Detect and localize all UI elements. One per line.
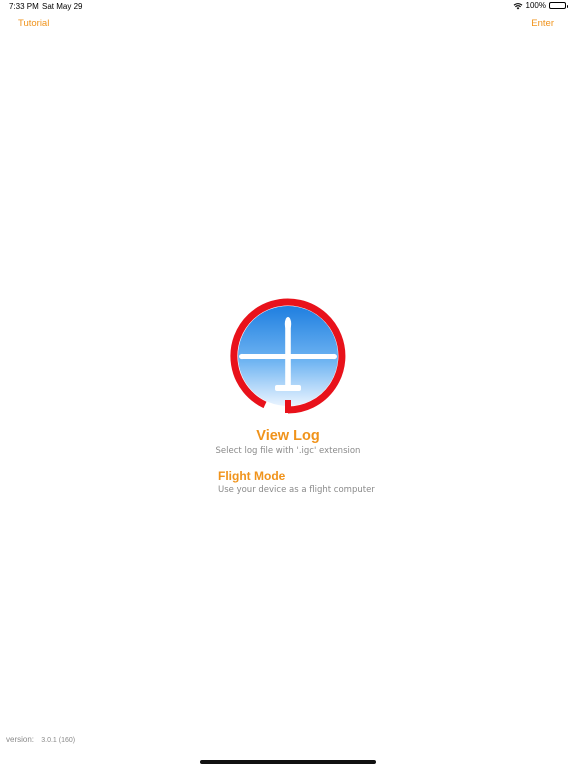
- home-indicator[interactable]: [200, 760, 376, 764]
- version-value: 3.0.1 (160): [41, 737, 76, 744]
- status-right: 100%: [513, 1, 568, 10]
- flight-mode-subtitle: Use your device as a flight computer: [218, 485, 375, 495]
- status-date: Sat May 29: [42, 2, 83, 11]
- view-log-option[interactable]: View Log Select log file with '.igc' ext…: [0, 428, 576, 456]
- view-log-title: View Log: [256, 428, 320, 444]
- home-screen: 7:33 PM Sat May 29 100% Tutorial Enter V…: [0, 0, 576, 768]
- status-time: 7:33 PM: [9, 2, 39, 11]
- view-log-subtitle: Select log file with '.igc' extension: [215, 446, 361, 456]
- battery-icon: [549, 2, 568, 9]
- flight-mode-option[interactable]: Flight Mode Use your device as a flight …: [218, 469, 375, 495]
- flight-mode-title: Flight Mode: [218, 469, 286, 483]
- version-label: version:: [6, 735, 35, 744]
- enter-button[interactable]: Enter: [531, 18, 554, 29]
- glider-icon: [230, 298, 346, 414]
- tutorial-button[interactable]: Tutorial: [18, 18, 49, 29]
- battery-percent: 100%: [525, 1, 546, 10]
- app-logo: [230, 298, 346, 414]
- status-bar: 7:33 PM Sat May 29 100%: [0, 0, 576, 14]
- wifi-icon: [513, 2, 523, 10]
- version-info: version: 3.0.1 (160): [6, 735, 75, 744]
